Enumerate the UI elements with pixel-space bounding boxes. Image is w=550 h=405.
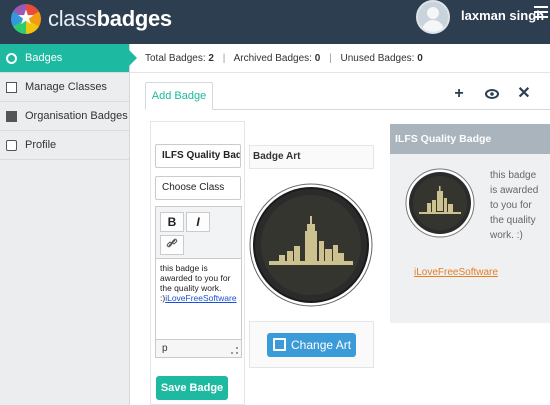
tab-bar: Add Badge + ✕ [145, 82, 550, 110]
preview-text-wrap: this badge is awarded to you for the qua… [405, 168, 545, 243]
unused-badges-label: Unused Badges: [340, 53, 415, 64]
badge-art-frame [249, 168, 374, 322]
archived-badges-label: Archived Badges: [233, 53, 312, 64]
editor-toolbar: B I [156, 207, 241, 259]
preview-link[interactable]: iLoveFreeSoftware [414, 265, 498, 280]
preview-eye-icon[interactable] [484, 86, 500, 102]
editor-path-bar: p [156, 339, 241, 357]
badge-art-image [249, 183, 373, 307]
save-badge-button[interactable]: Save Badge [156, 376, 228, 400]
badge-icon [6, 53, 17, 64]
change-art-label: Change Art [291, 338, 352, 352]
brand-logo-text: classbadges [48, 6, 172, 31]
italic-button[interactable]: I [186, 212, 210, 232]
preview-description: this badge is awarded to you for the qua… [405, 168, 545, 278]
sidebar: Badges Manage Classes Organisation Badge… [0, 44, 137, 405]
divider [130, 72, 550, 73]
logo-icon: ★ [11, 4, 41, 34]
preview-title: ILFS Quality Badge [390, 124, 550, 154]
badge-art-title: Badge Art [253, 151, 301, 162]
hamburger-menu-icon[interactable] [534, 6, 548, 20]
badge-stats: Total Badges: 2 | Archived Badges: 0 | U… [145, 53, 423, 64]
sidebar-item-badges[interactable]: Badges [0, 44, 137, 73]
link-icon [166, 238, 178, 248]
top-bar: ★ classbadges laxman singh [0, 0, 550, 44]
sidebar-item-profile[interactable]: Profile [0, 131, 129, 160]
sidebar-item-label: Badges [25, 52, 63, 64]
link-button[interactable] [160, 235, 184, 255]
total-badges-label: Total Badges: [145, 53, 206, 64]
organisation-icon [6, 111, 17, 122]
sidebar-item-manage-classes[interactable]: Manage Classes [0, 73, 129, 102]
description-editor[interactable]: B I this badge is awarded to you for the… [155, 206, 242, 358]
profile-icon [6, 140, 17, 151]
description-link[interactable]: iLoveFreeSoftware [165, 293, 236, 303]
sidebar-item-label: Organisation Badges [25, 110, 128, 122]
user-avatar[interactable] [416, 0, 450, 34]
tab-add-badge[interactable]: Add Badge [145, 82, 213, 110]
change-art-button[interactable]: Change Art [267, 333, 356, 357]
unused-badges-value: 0 [417, 53, 423, 64]
sidebar-item-organisation-badges[interactable]: Organisation Badges [0, 102, 129, 131]
description-text-area[interactable]: this badge is awarded to you for the qua… [160, 263, 240, 303]
classes-icon [6, 82, 17, 93]
add-icon[interactable]: + [451, 86, 467, 102]
total-badges-value: 2 [208, 53, 214, 64]
sidebar-item-label: Manage Classes [25, 81, 107, 93]
badge-name-input[interactable]: ILFS Quality Badge [155, 144, 241, 168]
image-icon [273, 338, 286, 351]
resize-grip-icon[interactable] [231, 347, 238, 354]
close-icon[interactable]: ✕ [516, 86, 532, 102]
preview-text: this badge is awarded to you for the qua… [490, 170, 539, 241]
sidebar-item-label: Profile [25, 139, 57, 151]
bold-button[interactable]: B [160, 212, 184, 232]
choose-class-select[interactable]: Choose Class [155, 176, 241, 200]
archived-badges-value: 0 [314, 53, 321, 64]
user-name[interactable]: laxman singh [461, 8, 544, 23]
